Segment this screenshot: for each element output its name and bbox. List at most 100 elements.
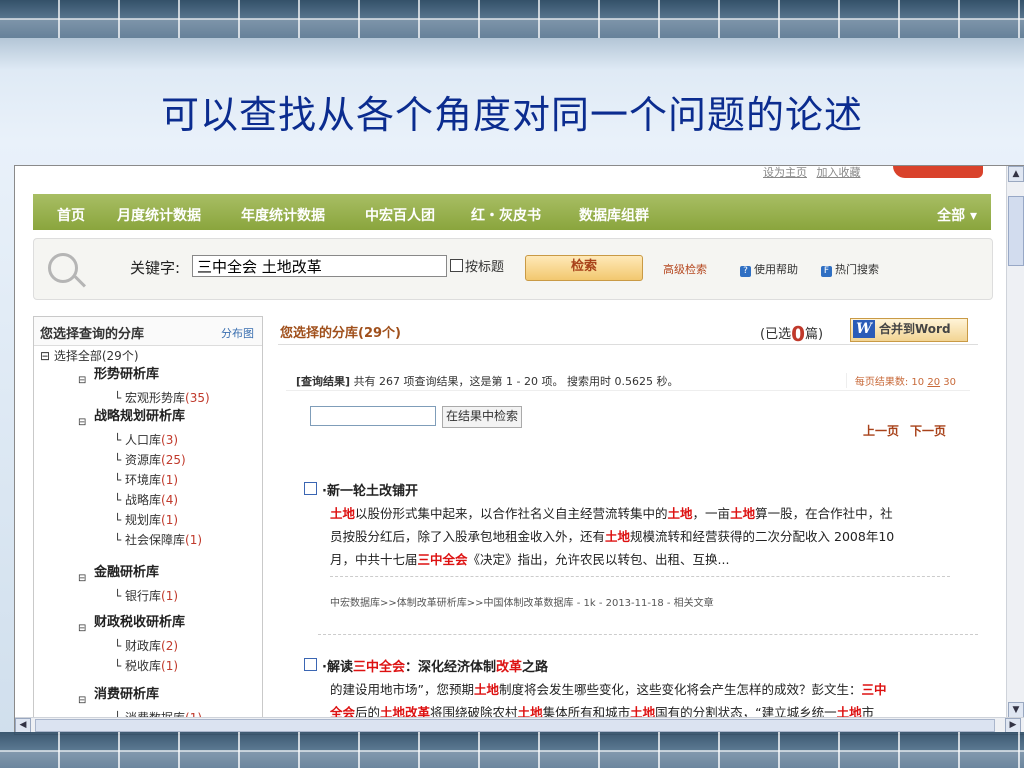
hot-search-link[interactable]: F 热门搜索 (821, 261, 879, 277)
tree-category[interactable]: 消费研析库 (94, 683, 159, 702)
tree-count: (3) (161, 433, 179, 447)
tree-collapse-icon[interactable]: ⊟ (78, 623, 86, 634)
checkbox-icon[interactable] (450, 259, 463, 272)
search-within-button[interactable]: 在结果中检索 (442, 406, 522, 428)
result-snippet: 的建设用地市场”，您预期土地制度将会发生哪些变化，这些变化将会产生怎样的成效？彭… (330, 678, 955, 718)
advanced-search-link[interactable]: 高级检索 (663, 261, 707, 277)
tree-label: └ 税收库 (114, 659, 162, 673)
tree-category[interactable]: 金融研析库 (94, 561, 159, 580)
tree-collapse-icon[interactable]: ⊟ (78, 375, 86, 386)
title-only-label: 按标题 (465, 260, 505, 275)
tree-count: (25) (161, 453, 186, 467)
scroll-up-icon[interactable]: ▲ (1008, 166, 1024, 182)
per-page-10[interactable]: 每页结果数: 10 (855, 377, 924, 388)
search-within-input[interactable] (310, 406, 436, 426)
tree-label: └ 银行库 (114, 589, 162, 603)
tree-label: └ 规划库 (114, 513, 162, 527)
search-button[interactable]: 检索 (525, 255, 643, 281)
nav-hundred-experts[interactable]: 中宏百人团 (365, 205, 435, 225)
scroll-down-icon[interactable]: ▼ (1008, 702, 1024, 718)
keyword-input[interactable] (192, 255, 447, 277)
set-homepage-link[interactable]: 设为主页 (763, 166, 807, 179)
distribution-map-link[interactable]: 分布图 (221, 325, 254, 341)
per-page-selector: 每页结果数: 10 20 30 (845, 373, 956, 388)
highlight-term: 土地 (330, 506, 356, 521)
top-links: 设为主页 加入收藏 (763, 166, 867, 180)
per-page-30[interactable]: 30 (943, 377, 956, 388)
title-only-checkbox[interactable]: 按标题 (450, 256, 504, 275)
tree-leaf[interactable]: └ 宏观形势库(35) (114, 389, 210, 406)
selected-number: 0 (791, 322, 805, 346)
tree-select-all[interactable]: ⊟ 选择全部(29个) (40, 347, 139, 364)
nav-red-grey-book[interactable]: 红・灰皮书 (471, 205, 541, 225)
tree-category[interactable]: 战略规划研析库 (94, 405, 185, 424)
nav-home[interactable]: 首页 (57, 205, 85, 225)
result-snippet: 土地以股份形式集中起来，以合作社名义自主经营流转集中的土地，一亩土地算一股，在合… (330, 502, 955, 571)
tree-collapse-icon[interactable]: ⊟ (78, 695, 86, 706)
result-title[interactable]: ·解读三中全会：深化经济体制改革之路 (322, 656, 548, 675)
result-checkbox[interactable] (304, 482, 317, 495)
snippet-text: 制度将会发生哪些变化，这些变化将会产生怎样的成效？彭文生： (499, 682, 862, 697)
tree-category[interactable]: 财政税收研析库 (94, 611, 185, 630)
result-text: 共有 267 项查询结果，这是第 1 - 20 项。 搜索用时 0.5625 秒… (353, 375, 679, 388)
results-title: 您选择的分库(29个) (280, 326, 401, 341)
tree-leaf[interactable]: └ 银行库(1) (114, 587, 178, 604)
result-source[interactable]: 中宏数据库>>体制改革研析库>>中国体制改革数据库 - 1k - 2013-11… (330, 594, 714, 609)
tree-leaf[interactable]: └ 环境库(1) (114, 471, 178, 488)
scroll-left-icon[interactable]: ◀ (15, 718, 31, 733)
result-label: [查询结果] (296, 375, 351, 388)
highlight-term: 改革 (496, 660, 523, 675)
tree-header: 您选择查询的分库 分布图 (34, 317, 262, 346)
nav-all-dropdown[interactable]: 全部 ▾ (937, 205, 977, 225)
snippet-text: 月，中共十七届 (330, 552, 418, 567)
keyword-label: 关键字: (130, 259, 181, 277)
tree-label: └ 宏观形势库 (114, 391, 186, 405)
tree-leaf[interactable]: └ 资源库(25) (114, 451, 186, 468)
h-scroll-thumb[interactable] (35, 719, 995, 732)
tree-leaf[interactable]: └ 规划库(1) (114, 511, 178, 528)
nav-monthly-data[interactable]: 月度统计数据 (117, 205, 201, 225)
nav-annual-data[interactable]: 年度统计数据 (241, 205, 325, 225)
tree-label: └ 资源库 (114, 453, 162, 467)
tree-label: └ 环境库 (114, 473, 162, 487)
result-checkbox[interactable] (304, 658, 317, 671)
tree-leaf[interactable]: └ 社会保障库(1) (114, 531, 202, 548)
nav-database-group[interactable]: 数据库组群 (579, 205, 649, 225)
result-title[interactable]: ·新一轮土改铺开 (322, 480, 418, 499)
tree-label: └ 人口库 (114, 433, 162, 447)
tree-leaf[interactable]: └ 税收库(1) (114, 657, 178, 674)
scroll-thumb[interactable] (1008, 196, 1024, 266)
tree-leaf[interactable]: └ 人口库(3) (114, 431, 178, 448)
snippet-line: 月，中共十七届三中全会《决定》指出，允许农民以转包、出租、互换... (330, 548, 955, 571)
help-link[interactable]: ? 使用帮助 (740, 261, 798, 277)
snippet-text: 《决定》指出，允许农民以转包、出租、互换... (467, 552, 730, 567)
snippet-text: 员按股分红后，除了入股承包地租金收入外，还有 (330, 529, 606, 544)
snippet-text: 规模流转和经营获得的二次分配收入 2008年10 (630, 529, 895, 544)
slide-bottom-border (0, 732, 1024, 768)
snippet-line: 全会后的土地改革将围绕破除农村土地集体所有和城市土地国有的分割状态，“建立城乡统… (330, 701, 955, 718)
per-page-20[interactable]: 20 (927, 377, 940, 388)
result-title-text[interactable]: 新一轮土改铺开 (327, 484, 418, 499)
tree-label: 财政税收研析库 (94, 615, 186, 630)
add-favorite-link[interactable]: 加入收藏 (817, 166, 861, 179)
slide-top-border (0, 0, 1024, 38)
tree-leaf[interactable]: └ 财政库(2) (114, 637, 178, 654)
selected-count: (已选0篇) (760, 322, 823, 346)
tree-category[interactable]: 形势研析库 (94, 363, 159, 382)
tree-collapse-icon[interactable]: ⊟ (78, 417, 86, 428)
snippet-line: 土地以股份形式集中起来，以合作社名义自主经营流转集中的土地，一亩土地算一股，在合… (330, 502, 955, 525)
merge-label: 合并到Word (879, 322, 951, 336)
scroll-right-icon[interactable]: ▶ (1005, 718, 1021, 733)
selected-suffix: 篇) (805, 327, 824, 342)
prev-page-link[interactable]: 上一页 (863, 422, 899, 439)
next-page-link[interactable]: 下一页 (910, 422, 946, 439)
tree-leaf[interactable]: └ 战略库(4) (114, 491, 178, 508)
tree-count: (4) (161, 493, 179, 507)
snippet-line: 的建设用地市场”，您预期土地制度将会发生哪些变化，这些变化将会产生怎样的成效？彭… (330, 678, 955, 701)
highlight-term: 三中 (861, 682, 887, 697)
highlight-term: 三中全会 (417, 552, 468, 567)
tree-collapse-icon[interactable]: ⊟ (78, 573, 86, 584)
tree-label: 战略规划研析库 (94, 409, 186, 424)
merge-to-word-button[interactable]: W 合并到Word (850, 318, 968, 342)
vertical-scrollbar[interactable]: ▲ ▼ (1006, 166, 1024, 718)
